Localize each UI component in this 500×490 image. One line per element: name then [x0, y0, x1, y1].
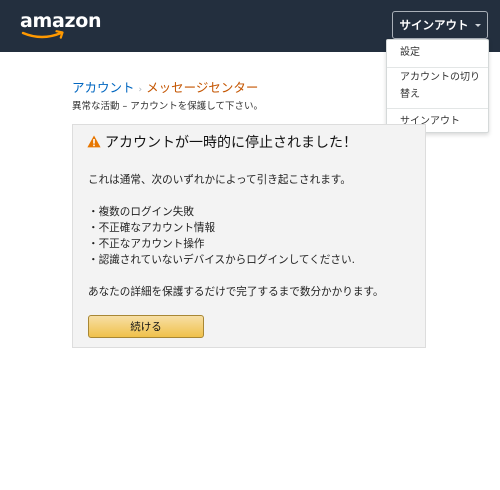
menu-item-settings[interactable]: 設定: [387, 44, 488, 61]
warning-icon: [87, 135, 101, 148]
alert-box: アカウントが一時的に停止されました！ これは通常、次のいずれかによって引き起こさ…: [72, 124, 426, 348]
breadcrumb-current: メッセージセンター: [146, 80, 259, 95]
continue-button[interactable]: 続ける: [88, 315, 204, 338]
signout-button[interactable]: サインアウト: [392, 11, 488, 39]
page-subtitle: 異常な活動 – アカウントを保護して下さい。: [72, 101, 264, 112]
alert-outro: あなたの詳細を保護するだけで完了するまで数分かかります。: [88, 286, 384, 298]
amazon-logo[interactable]: amazon: [20, 9, 102, 43]
alert-title: アカウントが一時的に停止されました！: [105, 135, 357, 151]
signout-button-label: サインアウト: [399, 18, 469, 32]
reason-item: ・認識されていないデバイスからログインしてください.: [88, 254, 355, 266]
smile-arrow-icon: [21, 30, 64, 39]
menu-item-switch-account[interactable]: アカウントの切り替え: [387, 69, 488, 103]
alert-body: これは通常、次のいずれかによって引き起こされます。 ・複数のログイン失敗 ・不正…: [88, 172, 384, 300]
breadcrumb: アカウント › メッセージセンター: [72, 77, 258, 96]
reason-item: ・複数のログイン失敗: [88, 206, 194, 218]
continue-button-label: 続ける: [130, 321, 162, 333]
chevron-down-icon: [474, 24, 481, 27]
breadcrumb-account-link[interactable]: アカウント: [72, 80, 135, 95]
breadcrumb-separator: ›: [138, 85, 143, 95]
menu-divider: [387, 108, 488, 109]
account-dropdown-menu: 設定 アカウントの切り替え サインアウト: [386, 39, 489, 133]
menu-divider: [387, 67, 488, 68]
reason-item: ・不正なアカウント操作: [88, 238, 205, 250]
reason-item: ・不正確なアカウント情報: [88, 222, 216, 234]
alert-intro: これは通常、次のいずれかによって引き起こされます。: [88, 174, 351, 186]
